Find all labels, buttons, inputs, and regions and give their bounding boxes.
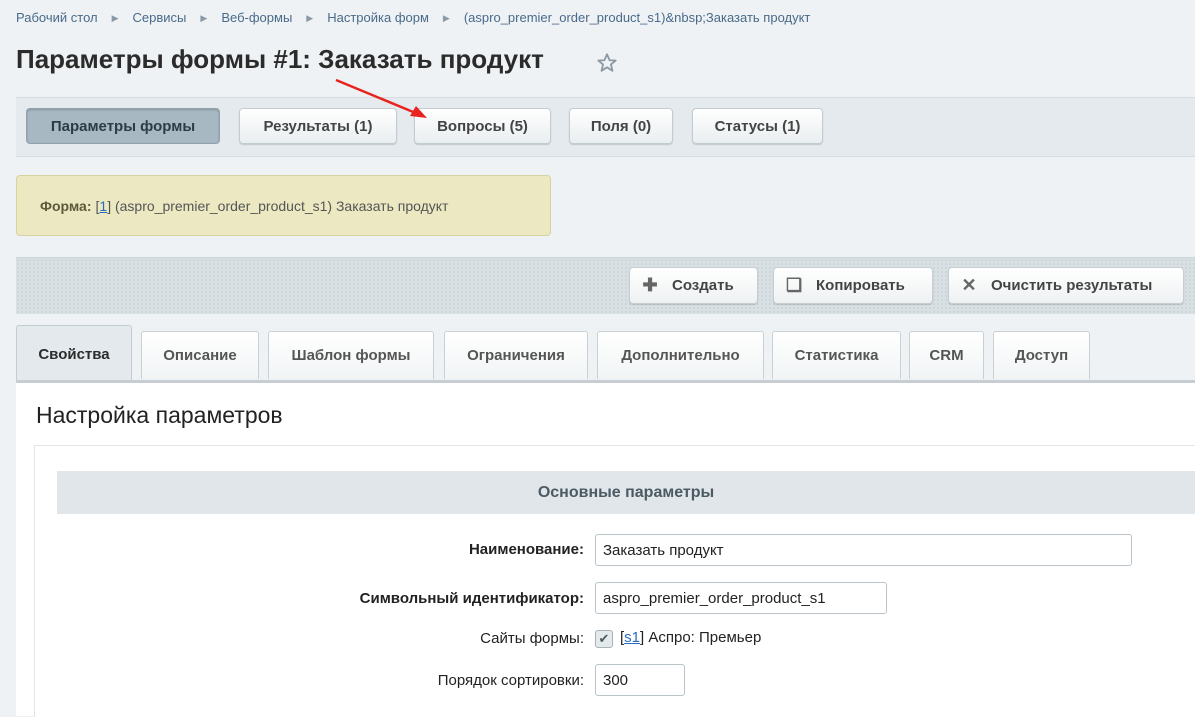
check-icon: ✔ [598,631,610,646]
panel-title: Настройка параметров [36,402,283,428]
clear-results-button-label: Очистить результаты [991,277,1153,294]
breadcrumb-item-form-settings[interactable]: Настройка форм [327,10,429,25]
create-button[interactable]: ✚ Создать [629,267,758,304]
tab-access[interactable]: Доступ [993,331,1090,379]
star-icon[interactable] [596,52,618,74]
breadcrumb-item-desktop[interactable]: Рабочий стол [16,10,98,25]
tab-additional[interactable]: Дополнительно [597,331,764,379]
name-input[interactable]: Заказать продукт [595,534,1132,566]
section-heading: Основные параметры [57,471,1195,514]
copy-button[interactable]: ❏ Копировать [773,267,933,304]
breadcrumb-item-services[interactable]: Сервисы [133,10,187,25]
form-params-button[interactable]: Параметры формы [26,108,220,144]
breadcrumb-item-current-form[interactable]: (aspro_premier_order_product_s1)&nbsp;За… [464,10,811,25]
chevron-right-icon: ▶ [111,13,119,23]
tab-description[interactable]: Описание [141,331,259,379]
page-title: Параметры формы #1: Заказать продукт [16,44,544,74]
tab-crm[interactable]: CRM [909,331,984,379]
copy-button-label: Копировать [816,277,905,294]
code-label: Символьный идентификатор: [359,590,584,607]
name-label: Наименование: [468,541,584,558]
tab-properties[interactable]: Свойства [16,325,132,382]
breadcrumb-item-webforms[interactable]: Веб-формы [221,10,292,25]
notice-text: (aspro_premier_order_product_s1) Заказат… [114,197,449,214]
tab-statistics[interactable]: Статистика [772,331,901,379]
site-name: Аспро: Премьер [648,629,762,646]
annotation-arrow [335,78,427,118]
settings-tabs: Свойства Описание Шаблон формы Ограничен… [16,325,1195,382]
sort-input[interactable]: 300 [595,664,685,696]
notice-label: Форма: [40,197,92,214]
form-info-notice: Форма:[1] (aspro_premier_order_product_s… [16,175,551,236]
chevron-right-icon: ▶ [200,13,208,23]
statuses-button[interactable]: Статусы (1) [692,108,823,144]
sites-label: Сайты формы: [480,630,584,647]
close-icon: ✕ [961,275,977,295]
tab-form-template[interactable]: Шаблон формы [268,331,434,379]
site-checkbox[interactable]: ✔ [595,630,613,648]
tab-restrictions[interactable]: Ограничения [444,331,588,379]
chevron-right-icon: ▶ [306,13,314,23]
code-input[interactable]: aspro_premier_order_product_s1 [595,582,887,614]
create-button-label: Создать [672,277,734,294]
settings-panel: Настройка параметров Основные параметры … [16,383,1195,717]
sort-label: Порядок сортировки: [437,672,584,689]
breadcrumb: Рабочий стол ▶ Сервисы ▶ Веб-формы ▶ Настройка… [16,10,810,25]
questions-button[interactable]: Вопросы (5) [414,108,551,144]
fields-button[interactable]: Поля (0) [569,108,673,144]
site-link[interactable]: s1 [624,629,640,646]
plus-icon: ✚ [642,275,658,295]
chevron-right-icon: ▶ [442,13,450,23]
site-entry: [s1] Аспро: Премьер [620,629,762,646]
copy-icon: ❏ [786,275,803,295]
form-id-link[interactable]: 1 [99,198,107,214]
form-section-nav: Параметры формы Результаты (1) Вопросы (… [16,97,1195,157]
action-toolbar: ✚ Создать ❏ Копировать ✕ Очистить результат… [16,257,1195,314]
clear-results-button[interactable]: ✕ Очистить результаты [948,267,1184,304]
